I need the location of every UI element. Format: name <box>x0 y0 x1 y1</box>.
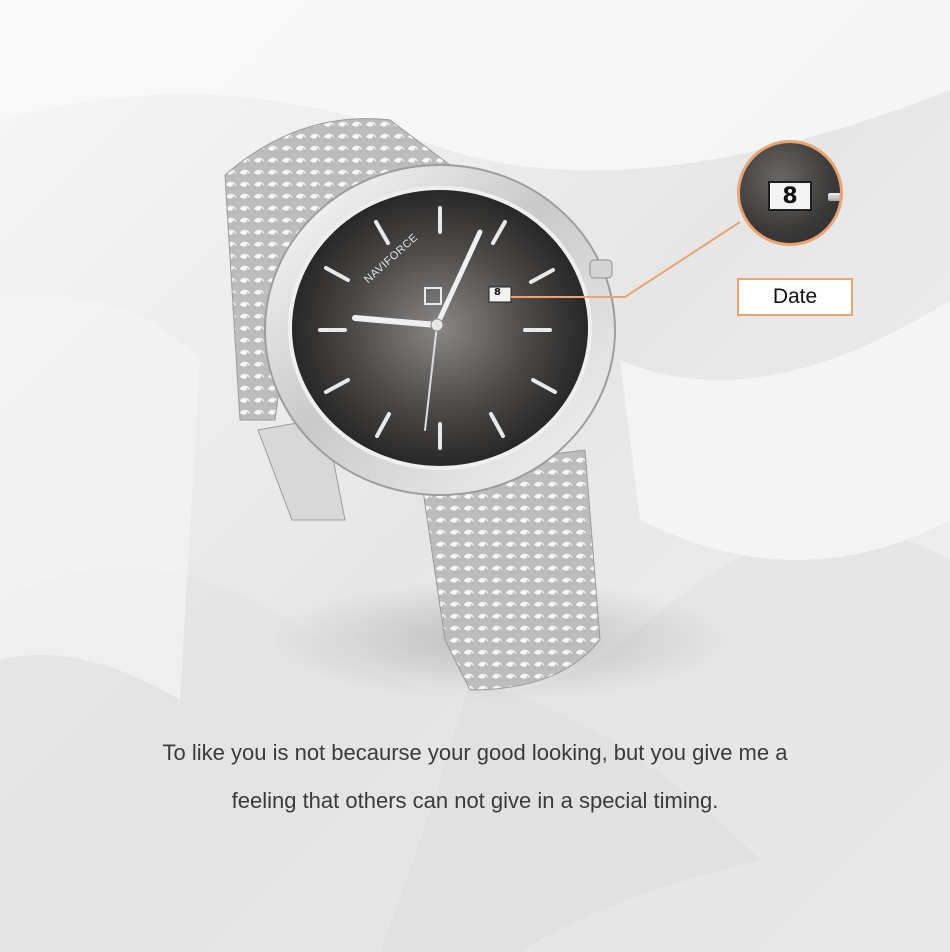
hands-pinion <box>430 318 444 332</box>
dial-date-value: 8 <box>494 287 501 298</box>
background-text: CERE <box>0 320 9 515</box>
magnified-date-window: 8 <box>768 181 812 211</box>
product-photo: NAVIFORCE 8 CERE 8 Date To like you is n… <box>0 0 950 952</box>
watch-crown <box>589 259 613 279</box>
caption-line-1: To like you is not becaurse your good lo… <box>162 740 788 765</box>
date-callout-magnifier: 8 <box>737 140 843 246</box>
date-callout-label: Date <box>737 278 853 316</box>
caption-line-2: feeling that others can not give in a sp… <box>231 788 719 813</box>
magnified-crown <box>828 193 840 201</box>
